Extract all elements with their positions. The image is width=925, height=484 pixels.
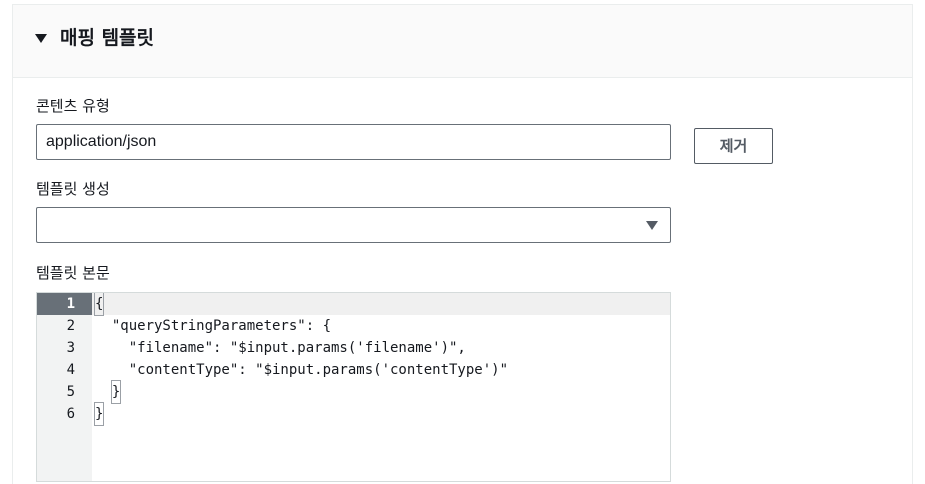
line-number: 6 [66, 406, 75, 422]
code-editor[interactable]: 1{2 "queryStringParameters": {3 "filenam… [36, 292, 671, 482]
matched-brace: } [93, 402, 105, 426]
generate-template-label: 템플릿 생성 [36, 180, 110, 198]
code-line[interactable]: 5 } [37, 380, 670, 404]
code-text: "queryStringParameters": { [95, 318, 332, 334]
code-text: "filename": "$input.params('filename')", [95, 340, 466, 356]
line-number: 2 [66, 318, 75, 334]
code-line[interactable]: 4 "contentType": "$input.params('content… [37, 359, 670, 381]
template-body-label: 템플릿 본문 [36, 264, 110, 282]
content-type-input[interactable]: application/json [36, 124, 671, 160]
line-number: 5 [66, 384, 75, 400]
code-text: } [93, 402, 105, 426]
code-text: } [95, 380, 122, 404]
line-number: 3 [66, 340, 75, 356]
dropdown-arrow-icon [646, 221, 658, 230]
code-line[interactable]: 6} [37, 402, 670, 426]
line-number: 4 [66, 362, 75, 378]
generate-template-select[interactable] [36, 207, 671, 243]
panel-title: 매핑 템플릿 [60, 27, 155, 49]
remove-button[interactable]: 제거 [694, 128, 773, 164]
line-number: 1 [37, 293, 92, 315]
code-line[interactable]: 1{ [37, 293, 670, 316]
code-line[interactable]: 2 "queryStringParameters": { [37, 315, 670, 337]
matched-brace: } [110, 380, 122, 404]
panel-header[interactable]: 매핑 템플릿 [13, 5, 912, 78]
code-text: "contentType": "$input.params('contentTy… [95, 362, 509, 378]
code-text: { [93, 293, 105, 316]
content-type-label: 콘텐츠 유형 [36, 97, 110, 115]
code-line[interactable]: 3 "filename": "$input.params('filename')… [37, 337, 670, 359]
caret-down-icon[interactable] [35, 34, 47, 43]
matched-brace: { [93, 293, 105, 316]
